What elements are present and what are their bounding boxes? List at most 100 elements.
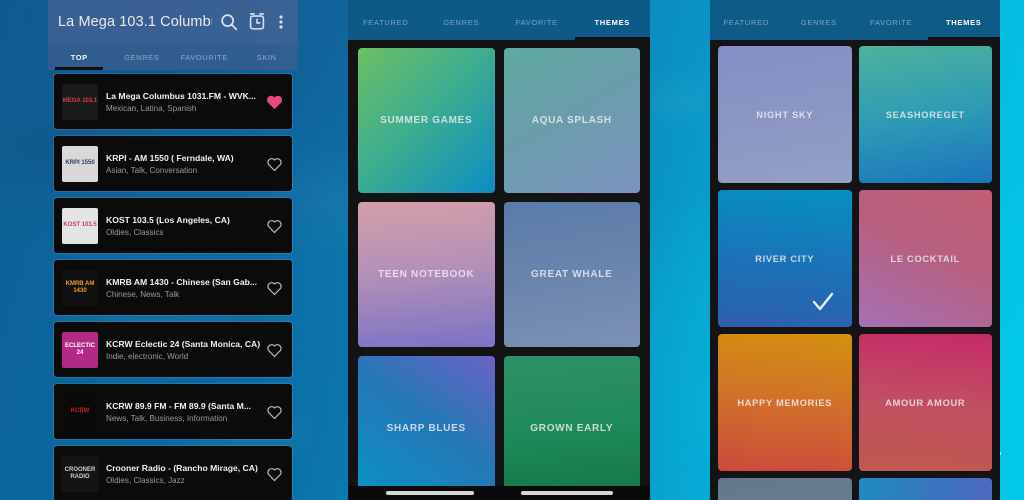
favorite-outline-icon[interactable] bbox=[264, 156, 284, 172]
tab-genres[interactable]: GENRES bbox=[424, 0, 500, 40]
radio-app-window: La Mega 103.1 Columbus TOP GENRES FAVOUR… bbox=[48, 0, 298, 500]
station-text: KRPI - AM 1550 ( Ferndale, WA) Asian, Tal… bbox=[98, 153, 264, 175]
station-list[interactable]: MEGA 103.1 La Mega Columbus 1031.FM - WVK… bbox=[48, 70, 298, 500]
theme-tile[interactable]: GROWN EARLY bbox=[503, 356, 640, 500]
theme-grid: SUMMER GAMES AQUA SPLASH TEEN NOTEBOOK GREA… bbox=[358, 48, 640, 500]
station-logo-text: KMRB AM 1430 bbox=[65, 281, 95, 294]
themes-window-right: FEATURED GENRES FAVORITE THEMES NIGHT SK… bbox=[710, 0, 1000, 500]
station-text: Crooner Radio - (Rancho Mirage, CA) Oldie… bbox=[98, 463, 264, 485]
nav-home-pill[interactable] bbox=[520, 491, 613, 495]
app-toolbar: La Mega 103.1 Columbus bbox=[48, 0, 298, 44]
theme-tile[interactable]: MOUNTAIN MIST bbox=[718, 478, 852, 500]
alarm-icon[interactable] bbox=[246, 11, 268, 33]
right-tab-bar: FEATURED GENRES FAVORITE THEMES bbox=[710, 0, 1000, 40]
station-tags: Mexican, Latina, Spanish bbox=[106, 103, 197, 113]
station-tags: News, Talk, Business, Information bbox=[106, 413, 228, 423]
theme-tile-label: GROWN EARLY bbox=[530, 423, 614, 434]
theme-tile[interactable]: TEEN NOTEBOOK bbox=[358, 202, 495, 347]
theme-tile[interactable]: HAPPY MEMORIES bbox=[718, 334, 852, 471]
check-icon bbox=[810, 289, 836, 315]
page-title: La Mega 103.1 Columbus bbox=[58, 14, 212, 30]
theme-tile[interactable]: BLUE VIOLET bbox=[858, 478, 992, 500]
tab-favorite[interactable]: FAVORITE bbox=[855, 0, 928, 40]
station-logo-text: MEGA 103.1 bbox=[62, 98, 98, 105]
theme-tile-label: NIGHT SKY bbox=[756, 109, 814, 120]
station-tags: Oldies, Classics, Jazz bbox=[106, 475, 185, 485]
theme-tile[interactable]: AQUA SPLASH bbox=[503, 48, 640, 193]
mid-theme-grid-container: SUMMER GAMES AQUA SPLASH TEEN NOTEBOOK GREA… bbox=[348, 40, 650, 500]
station-text: KMRB AM 1430 - Chinese (San Gab... Chines… bbox=[98, 277, 264, 299]
theme-tile-label: SEASHOREGET bbox=[885, 109, 965, 120]
station-row[interactable]: KRPI 1550 KRPI - AM 1550 ( Ferndale, WA) A… bbox=[54, 136, 292, 191]
overflow-menu-icon[interactable] bbox=[274, 11, 288, 33]
theme-tile[interactable]: SHARP BLUES bbox=[358, 356, 495, 500]
theme-tile[interactable]: SUMMER GAMES bbox=[358, 48, 495, 193]
theme-tile-label: SUMMER GAMES bbox=[380, 115, 473, 126]
station-tags: Chinese, News, Talk bbox=[106, 289, 180, 299]
android-nav-bar bbox=[348, 486, 650, 500]
station-name: La Mega Columbus 1031.FM - WVK... bbox=[106, 90, 256, 101]
station-logo: KCRW bbox=[62, 393, 98, 430]
tab-active-indicator bbox=[55, 67, 103, 70]
station-row[interactable]: KCRW KCRW 89.9 FM - FM 89.9 (Santa M... Ne… bbox=[54, 384, 292, 439]
favorite-outline-icon[interactable] bbox=[264, 218, 284, 234]
favorite-outline-icon[interactable] bbox=[264, 466, 284, 482]
station-logo: KOST 103.5 bbox=[62, 207, 98, 244]
theme-grid: NIGHT SKY SEASHOREGET RIVER CITY LE COCKTAI… bbox=[718, 46, 992, 500]
station-name: KCRW 89.9 FM - FM 89.9 (Santa M... bbox=[106, 400, 252, 411]
theme-tile[interactable]: NIGHT SKY bbox=[718, 46, 852, 183]
theme-tile-label: AMOUR AMOUR bbox=[885, 397, 966, 408]
left-tab-bar: TOP GENRES FAVOURITE SKIN bbox=[48, 44, 298, 70]
theme-tile-label: HAPPY MEMORIES bbox=[737, 397, 833, 408]
station-name: KMRB AM 1430 - Chinese (San Gab... bbox=[106, 276, 258, 287]
station-row[interactable]: MEGA 103.1 La Mega Columbus 1031.FM - WVK… bbox=[54, 74, 292, 129]
station-row[interactable]: KMRB AM 1430 KMRB AM 1430 - Chinese (San … bbox=[54, 260, 292, 315]
theme-tile[interactable]: LE COCKTAIL bbox=[858, 190, 992, 327]
tab-themes[interactable]: THEMES bbox=[575, 0, 651, 40]
mid-tab-bar: FEATURED GENRES FAVORITE THEMES bbox=[348, 0, 650, 40]
theme-tile[interactable]: SEASHOREGET bbox=[858, 46, 992, 183]
station-text: KOST 103.5 (Los Angeles, CA) Oldies, Clas… bbox=[98, 215, 264, 237]
tab-themes[interactable]: THEMES bbox=[928, 0, 1001, 40]
theme-tile-label: SHARP BLUES bbox=[386, 423, 466, 434]
favorite-filled-icon[interactable] bbox=[264, 94, 284, 110]
station-row[interactable]: ECLECTIC 24 KCRW Eclectic 24 (Santa Monic… bbox=[54, 322, 292, 377]
station-name: KOST 103.5 (Los Angeles, CA) bbox=[106, 214, 230, 225]
tab-featured[interactable]: FEATURED bbox=[348, 0, 424, 40]
themes-window-mid: FEATURED GENRES FAVORITE THEMES SUMMER G… bbox=[348, 0, 650, 500]
favorite-outline-icon[interactable] bbox=[264, 342, 284, 358]
tab-featured[interactable]: FEATURED bbox=[710, 0, 783, 40]
tab-genres[interactable]: GENRES bbox=[111, 44, 174, 70]
right-theme-grid-container: NIGHT SKY SEASHOREGET RIVER CITY LE COCKTAI… bbox=[710, 40, 1000, 500]
theme-tile[interactable]: AMOUR AMOUR bbox=[858, 334, 992, 471]
favorite-outline-icon[interactable] bbox=[264, 280, 284, 296]
station-row[interactable]: KOST 103.5 KOST 103.5 (Los Angeles, CA) Ol… bbox=[54, 198, 292, 253]
station-row[interactable]: CROONER RADIO Crooner Radio - (Rancho Mir… bbox=[54, 446, 292, 500]
theme-tile-label: LE COCKTAIL bbox=[890, 253, 960, 264]
station-logo-text: KCRW bbox=[70, 408, 90, 415]
theme-tile[interactable]: RIVER CITY bbox=[718, 190, 852, 327]
nav-back-pill[interactable] bbox=[385, 491, 474, 495]
theme-tile-label: GREAT WHALE bbox=[531, 269, 613, 280]
station-tags: Oldies, Classics bbox=[106, 227, 164, 237]
station-logo-text: KRPI 1550 bbox=[65, 160, 95, 167]
theme-tile-label: TEEN NOTEBOOK bbox=[378, 269, 475, 280]
station-logo-text: ECLECTIC 24 bbox=[65, 343, 95, 356]
station-text: La Mega Columbus 1031.FM - WVK... Mexican… bbox=[98, 91, 264, 113]
station-logo-text: CROONER RADIO bbox=[64, 467, 96, 480]
station-logo: ECLECTIC 24 bbox=[62, 331, 98, 368]
theme-tile-label: RIVER CITY bbox=[755, 253, 815, 264]
station-text: KCRW 89.9 FM - FM 89.9 (Santa M... News, … bbox=[98, 401, 264, 423]
tab-skin[interactable]: SKIN bbox=[236, 44, 299, 70]
station-logo: MEGA 103.1 bbox=[62, 83, 98, 120]
tab-favorite[interactable]: FAVORITE bbox=[499, 0, 575, 40]
tab-genres[interactable]: GENRES bbox=[783, 0, 856, 40]
station-logo: KMRB AM 1430 bbox=[62, 269, 98, 306]
station-name: KCRW Eclectic 24 (Santa Monica, CA) bbox=[106, 338, 261, 349]
station-logo: CROONER RADIO bbox=[62, 455, 98, 492]
station-logo-text: KOST 103.5 bbox=[63, 222, 97, 229]
theme-tile[interactable]: GREAT WHALE bbox=[503, 202, 640, 347]
search-icon[interactable] bbox=[218, 11, 240, 33]
tab-favourite[interactable]: FAVOURITE bbox=[173, 44, 236, 70]
favorite-outline-icon[interactable] bbox=[264, 404, 284, 420]
